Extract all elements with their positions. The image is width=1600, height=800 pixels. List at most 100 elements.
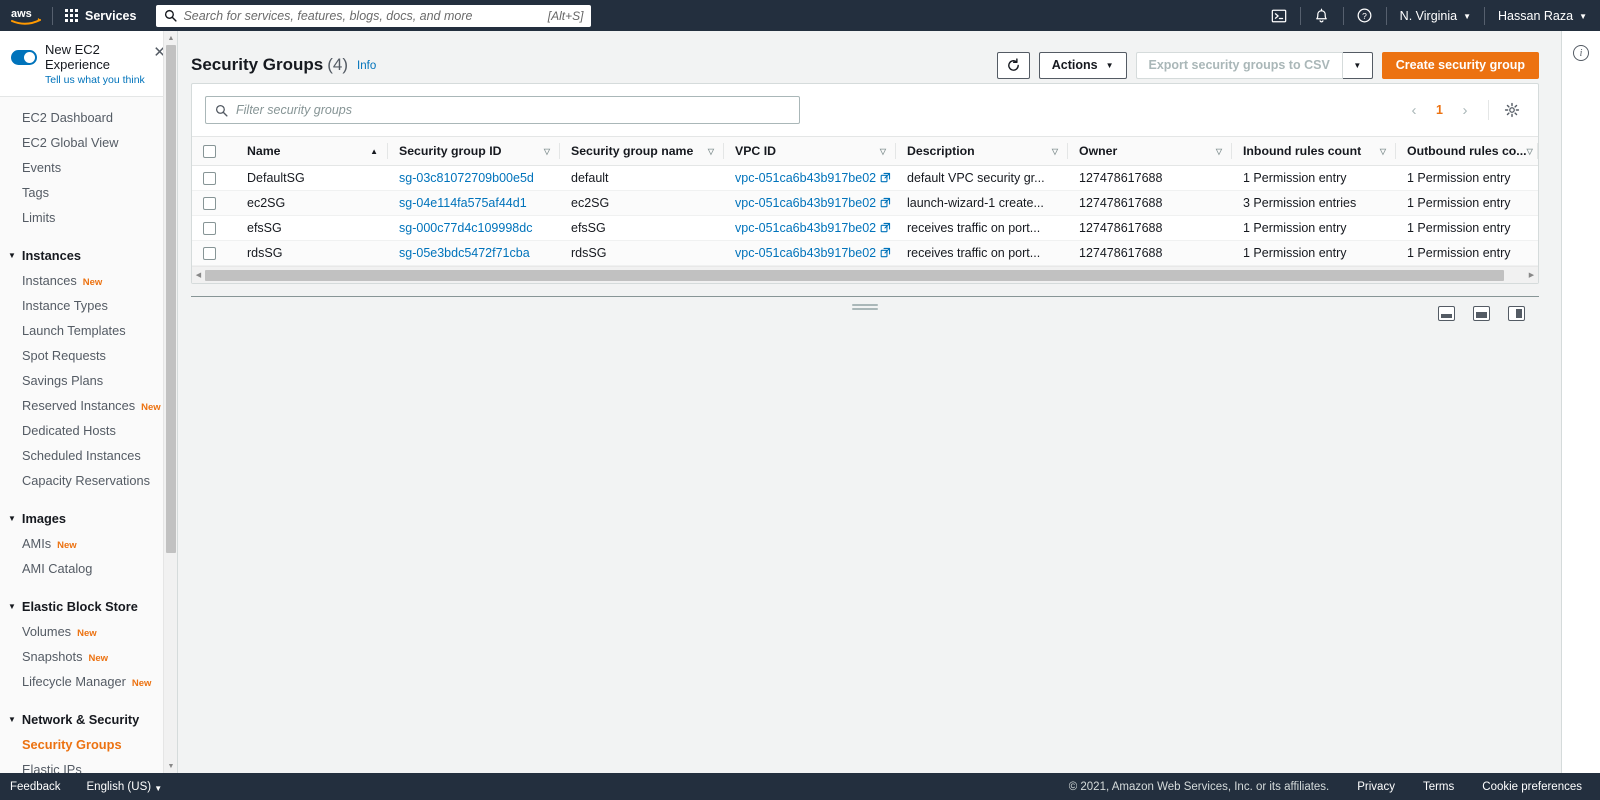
cell-vpc-id-value[interactable]: vpc-051ca6b43b917be02 xyxy=(735,221,876,235)
aws-logo[interactable]: aws xyxy=(0,0,52,31)
panel-bottom-icon[interactable] xyxy=(1438,306,1455,321)
sidebar-item-snapshots[interactable]: Snapshots New xyxy=(0,644,177,669)
sidebar-item-events[interactable]: Events xyxy=(0,155,177,180)
select-all-checkbox[interactable] xyxy=(203,145,216,159)
cell-security-group-id-value[interactable]: sg-05e3bdc5472f71cba xyxy=(399,246,530,260)
scroll-down-icon[interactable]: ▼ xyxy=(164,759,177,773)
account-menu[interactable]: Hassan Raza ▼ xyxy=(1485,0,1600,31)
sidebar-scrollbar[interactable]: ▲ ▼ xyxy=(163,31,177,773)
sort-icon: ▽ xyxy=(879,146,886,156)
scroll-right-icon[interactable]: ▶ xyxy=(1525,271,1538,279)
sidebar-group-elastic-block-store[interactable]: ▼ Elastic Block Store xyxy=(0,594,177,619)
table-row[interactable]: ec2SG sg-04e114fa575af44d1 ec2SG vpc-051ca6… xyxy=(192,190,1538,216)
table-horizontal-scrollbar[interactable]: ◀ ▶ xyxy=(192,266,1538,283)
services-menu-button[interactable]: Services xyxy=(53,0,148,31)
column-header-security-group-name[interactable]: Security group name ▽ xyxy=(560,136,724,166)
info-icon[interactable]: i xyxy=(1573,45,1589,61)
sidebar-item-limits[interactable]: Limits xyxy=(0,205,177,230)
notifications-button[interactable] xyxy=(1301,0,1343,31)
region-selector[interactable]: N. Virginia ▼ xyxy=(1387,0,1484,31)
export-dropdown-button[interactable]: ▼ xyxy=(1342,51,1373,79)
table-row[interactable]: rdsSG sg-05e3bdc5472f71cba rdsSG vpc-051ca6… xyxy=(192,240,1538,266)
new-ec2-experience-feedback-link[interactable]: Tell us what you think xyxy=(45,74,165,86)
sidebar-item-spot-requests[interactable]: Spot Requests xyxy=(0,343,177,368)
sidebar-item-label: Reserved Instances xyxy=(22,398,136,413)
global-search-input[interactable] xyxy=(183,8,548,23)
sidebar-item-ami-catalog[interactable]: AMI Catalog xyxy=(0,556,177,581)
sidebar-item-amis[interactable]: AMIs New xyxy=(0,531,177,556)
sidebar-item-reserved-instances[interactable]: Reserved Instances New xyxy=(0,393,177,418)
row-checkbox[interactable] xyxy=(203,197,216,211)
help-button[interactable]: ? xyxy=(1344,0,1386,31)
filter-security-groups-box[interactable] xyxy=(205,96,800,124)
sidebar-group-images[interactable]: ▼ Images xyxy=(0,506,177,531)
column-header-outbound-rules-co[interactable]: Outbound rules co... ▽ xyxy=(1396,136,1538,166)
row-checkbox[interactable] xyxy=(203,247,216,261)
sidebar-scrollbar-thumb[interactable] xyxy=(166,45,176,553)
sidebar-item-new-badge: New xyxy=(82,277,103,288)
sidebar-item-instances[interactable]: Instances New xyxy=(0,268,177,293)
actions-button[interactable]: Actions ▼ xyxy=(1038,51,1127,79)
footer-cookie-preferences-link[interactable]: Cookie preferences xyxy=(1482,781,1582,793)
create-security-group-button[interactable]: Create security group xyxy=(1381,51,1539,79)
sidebar-item-ec2-dashboard[interactable]: EC2 Dashboard xyxy=(0,105,177,130)
table-preferences-button[interactable] xyxy=(1499,97,1525,123)
panel-bottom-large-icon[interactable] xyxy=(1473,306,1490,321)
cell-security-group-name-value: default xyxy=(571,171,609,185)
page-info-link[interactable]: Info xyxy=(357,60,376,72)
cloudshell-button[interactable] xyxy=(1258,0,1300,31)
sidebar-item-dedicated-hosts[interactable]: Dedicated Hosts xyxy=(0,418,177,443)
sidebar-group-network-security[interactable]: ▼ Network & Security xyxy=(0,707,177,732)
sidebar-item-security-groups[interactable]: Security Groups xyxy=(0,732,177,757)
column-header-name[interactable]: Name ▲ xyxy=(236,136,388,166)
sidebar-item-lifecycle-manager[interactable]: Lifecycle Manager New xyxy=(0,669,177,694)
footer-language-selector[interactable]: English (US) ▼ xyxy=(87,781,163,793)
table-row[interactable]: DefaultSG sg-03c81072709b00e5d default vpc-… xyxy=(192,165,1538,191)
sidebar-item-ec2-global-view[interactable]: EC2 Global View xyxy=(0,130,177,155)
footer-feedback-link[interactable]: Feedback xyxy=(10,781,61,793)
sidebar-group-instances[interactable]: ▼ Instances xyxy=(0,243,177,268)
cell-vpc-id-value[interactable]: vpc-051ca6b43b917be02 xyxy=(735,196,876,210)
column-header-security-group-id[interactable]: Security group ID ▽ xyxy=(388,136,560,166)
table-scrollbar-thumb[interactable] xyxy=(205,270,1504,281)
cell-vpc-id-value[interactable]: vpc-051ca6b43b917be02 xyxy=(735,246,876,260)
cell-outbound-rules-count: 1 Permission entry xyxy=(1396,215,1538,241)
sidebar-item-scheduled-instances[interactable]: Scheduled Instances xyxy=(0,443,177,468)
cell-vpc-id-value[interactable]: vpc-051ca6b43b917be02 xyxy=(735,171,876,185)
scroll-up-icon[interactable]: ▲ xyxy=(164,31,177,45)
row-checkbox[interactable] xyxy=(203,172,216,186)
sidebar-item-label: Security Groups xyxy=(22,737,122,752)
export-csv-button[interactable]: Export security groups to CSV xyxy=(1135,51,1343,79)
panel-side-icon[interactable] xyxy=(1508,306,1525,321)
column-header-vpc-id[interactable]: VPC ID ▽ xyxy=(724,136,896,166)
grid-icon xyxy=(65,9,78,22)
table-row[interactable]: efsSG sg-000c77d4c109998dc efsSG vpc-051ca6… xyxy=(192,215,1538,241)
sidebar-item-launch-templates[interactable]: Launch Templates xyxy=(0,318,177,343)
sidebar-item-savings-plans[interactable]: Savings Plans xyxy=(0,368,177,393)
pagination-next-button[interactable]: › xyxy=(1452,97,1478,123)
pagination-prev-button[interactable]: ‹ xyxy=(1401,97,1427,123)
cell-security-group-id-value[interactable]: sg-000c77d4c109998dc xyxy=(399,221,532,235)
sidebar-item-instance-types[interactable]: Instance Types xyxy=(0,293,177,318)
drag-handle-icon[interactable] xyxy=(852,304,878,311)
sidebar-item-elastic-ips[interactable]: Elastic IPs xyxy=(0,757,177,773)
pagination-page-1[interactable]: 1 xyxy=(1429,103,1450,117)
global-search-box[interactable]: [Alt+S] xyxy=(156,4,592,27)
scroll-left-icon[interactable]: ◀ xyxy=(192,271,205,279)
column-header-label: Outbound rules co... xyxy=(1407,144,1527,158)
sidebar-item-tags[interactable]: Tags xyxy=(0,180,177,205)
footer-terms-link[interactable]: Terms xyxy=(1423,781,1454,793)
column-resize-handle[interactable] xyxy=(1537,143,1538,159)
cell-security-group-id-value[interactable]: sg-04e114fa575af44d1 xyxy=(399,196,527,210)
sidebar-item-capacity-reservations[interactable]: Capacity Reservations xyxy=(0,468,177,493)
row-checkbox[interactable] xyxy=(203,222,216,236)
column-header-description[interactable]: Description ▽ xyxy=(896,136,1068,166)
filter-security-groups-input[interactable] xyxy=(236,103,790,117)
column-header-owner[interactable]: Owner ▽ xyxy=(1068,136,1232,166)
footer-privacy-link[interactable]: Privacy xyxy=(1357,781,1395,793)
cell-security-group-id-value[interactable]: sg-03c81072709b00e5d xyxy=(399,171,534,185)
new-ec2-experience-toggle[interactable] xyxy=(11,49,37,65)
refresh-button[interactable] xyxy=(996,51,1030,79)
column-header-inbound-rules-count[interactable]: Inbound rules count ▽ xyxy=(1232,136,1396,166)
sidebar-item-volumes[interactable]: Volumes New xyxy=(0,619,177,644)
